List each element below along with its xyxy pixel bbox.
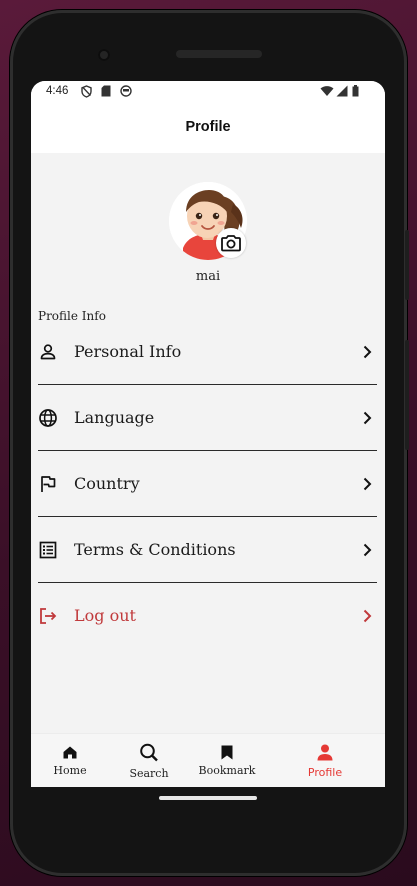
menu-item-terms-conditions[interactable]: Terms & Conditions: [38, 517, 377, 582]
chevron-right-icon: [363, 543, 372, 557]
gesture-navigation-bar[interactable]: [159, 796, 257, 800]
menu-item-label: Log out: [74, 606, 136, 625]
menu-item-language[interactable]: Language: [38, 385, 377, 450]
nav-item-bookmark[interactable]: Bookmark: [197, 734, 257, 787]
person-icon: [40, 344, 56, 360]
volume-button: [405, 340, 409, 450]
power-button: [405, 230, 409, 300]
chevron-right-icon: [363, 345, 372, 359]
app-bar: Profile: [31, 103, 385, 153]
signal-icon: [336, 85, 348, 97]
camera-icon: [221, 235, 241, 252]
chevron-right-icon: [363, 609, 372, 623]
menu-item-personal-info[interactable]: Personal Info: [38, 319, 377, 384]
app-screen: 4:46 Profile mai Profile Info Personal I…: [31, 81, 385, 787]
list-icon: [39, 541, 57, 559]
bottom-navigation: Home Search Bookmark Profile: [31, 733, 385, 787]
profile-menu: Personal Info Language Country Terms & C…: [38, 319, 377, 648]
nav-item-home[interactable]: Home: [49, 734, 91, 787]
nav-item-profile[interactable]: Profile: [299, 734, 351, 787]
nav-label: Search: [129, 767, 169, 780]
bookmark-icon: [221, 745, 233, 760]
nav-label: Home: [53, 764, 87, 777]
nav-label: Profile: [307, 766, 343, 779]
logout-icon: [40, 608, 57, 624]
menu-item-label: Terms & Conditions: [74, 540, 236, 559]
chevron-right-icon: [363, 411, 372, 425]
nav-label: Bookmark: [198, 764, 256, 777]
search-icon: [140, 743, 158, 762]
person-icon: [317, 744, 333, 761]
globe-icon: [39, 409, 57, 427]
nav-item-search[interactable]: Search: [125, 734, 173, 787]
status-bar: 4:46: [31, 81, 385, 103]
status-time: 4:46: [46, 85, 69, 97]
wifi-icon: [320, 86, 334, 96]
battery-icon: [352, 85, 359, 97]
menu-item-label: Personal Info: [74, 342, 182, 361]
profile-username: mai: [195, 269, 221, 284]
sim-card-icon: [101, 85, 111, 97]
menu-item-label: Country: [74, 474, 140, 493]
home-icon: [63, 746, 77, 759]
page-title: Profile: [185, 119, 231, 135]
flag-icon: [41, 476, 56, 492]
shield-icon: [81, 85, 92, 98]
menu-item-logout[interactable]: Log out: [38, 583, 377, 648]
avatar-container[interactable]: [169, 182, 247, 260]
menu-item-country[interactable]: Country: [38, 451, 377, 516]
sync-icon: [120, 85, 132, 97]
change-photo-button[interactable]: [216, 228, 246, 258]
front-camera: [98, 49, 110, 61]
chevron-right-icon: [363, 477, 372, 491]
earpiece-speaker: [176, 50, 262, 58]
menu-item-label: Language: [74, 408, 155, 427]
